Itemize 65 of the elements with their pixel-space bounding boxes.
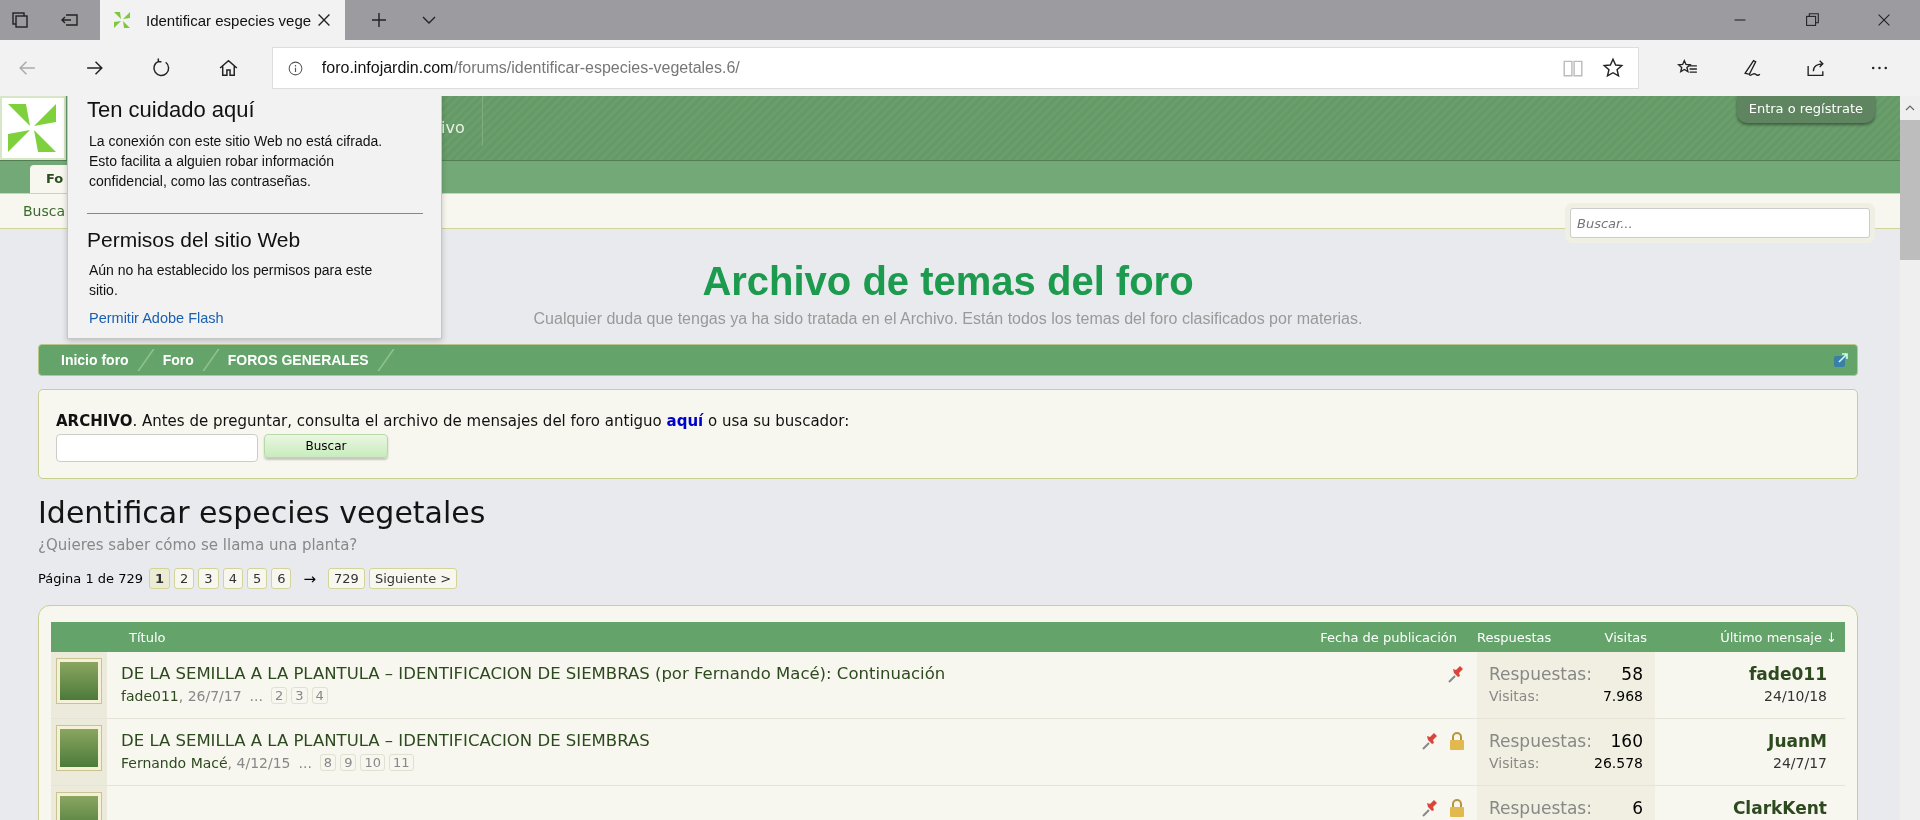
banner-subtitle: Cualquier duda que tengas ya ha sido tratada en el Archivo. Están todos los temas del foro clasificados por materias. <box>533 310 1363 328</box>
ellipsis-text: ... <box>249 687 263 704</box>
star-icon[interactable] <box>1602 57 1625 79</box>
replies-count: 160 <box>1610 731 1643 751</box>
replies-label: Respuestas: <box>1489 664 1592 684</box>
replies-label: Respuestas: <box>1489 798 1592 818</box>
replies-count: 58 <box>1621 664 1643 684</box>
search-field[interactable]: Buscar... <box>1570 208 1870 238</box>
restore-icon[interactable] <box>1803 11 1821 29</box>
new-tab-icon[interactable] <box>369 10 389 30</box>
last-poster-link[interactable]: fade011 <box>1748 664 1827 684</box>
scroll-thumb[interactable] <box>1900 120 1920 260</box>
page-link[interactable]: 3 <box>198 568 219 589</box>
page-link[interactable]: 1 <box>149 568 171 589</box>
search-link[interactable]: Busca <box>23 194 66 228</box>
thread-date: , 4/12/15 <box>227 754 291 771</box>
views-count: 7.968 <box>1602 688 1643 704</box>
page-gap-arrow: → <box>302 569 318 588</box>
archive-search-field[interactable] <box>56 434 258 462</box>
photo-placeholder[interactable] <box>57 726 101 770</box>
home-icon[interactable] <box>217 57 239 79</box>
ellipsis-text: ... <box>298 754 312 771</box>
archive-notice: ARCHIVO. Antes de preguntar, consulta el archivo de mensajes del foro antiguo aquí o usa su buscador: <box>56 412 851 430</box>
archive-link[interactable]: aquí <box>666 412 704 430</box>
views-label: Visitas: <box>1489 755 1540 771</box>
thread-title-link[interactable]: DE LA SEMILLA A LA PLANTULA – IDENTIFICACION DE SIEMBRAS <box>121 731 1421 750</box>
pen-icon[interactable] <box>1741 57 1763 79</box>
forum-title: Identificar especies vegetales <box>38 495 487 530</box>
forum-description: ¿Quieres saber cómo se llama una planta? <box>38 536 359 554</box>
refresh-icon[interactable] <box>150 57 172 79</box>
permissions-text: Aún no ha establecido los permisos para este sitio. <box>89 261 374 300</box>
page-link[interactable]: 729 <box>328 568 365 589</box>
address-field[interactable]: foro.infojardin.com/forums/identificar-especies-vegetales.6/ <box>271 47 1640 89</box>
external-link-icon[interactable] <box>1833 352 1849 368</box>
last-post-date[interactable]: 24/10/18 <box>1764 688 1827 704</box>
photo-placeholder[interactable] <box>57 659 101 703</box>
page-link[interactable]: 5 <box>246 568 268 589</box>
thread-date: , 26/7/17 <box>178 687 242 704</box>
login-button[interactable]: Entra o regístrate <box>1736 96 1875 123</box>
scrollbar[interactable] <box>1900 96 1920 820</box>
browser-tab[interactable]: Identificar especies vege <box>100 0 345 40</box>
last-poster-link[interactable]: ClarkKent <box>1732 798 1827 818</box>
thread-title-link[interactable]: DE LA SEMILLA A LA PLANTULA – IDENTIFICACION DE SIEMBRAS (por Fernando Macé): Continuación <box>121 664 1447 683</box>
popup-title: Ten cuidado aquí <box>87 97 256 123</box>
leaf-logo-icon <box>112 10 132 30</box>
page-link[interactable]: 6 <box>271 568 292 589</box>
thread-author[interactable]: Fernando Macé <box>121 754 228 771</box>
views-label: Visitas: <box>1489 688 1540 704</box>
search-button[interactable]: Buscar <box>264 434 388 458</box>
info-icon[interactable] <box>286 59 304 77</box>
last-post-date[interactable]: 24/7/17 <box>1773 755 1827 771</box>
page-link[interactable]: 2 <box>174 568 195 589</box>
security-warning: La conexión con este sitio Web no está cifrada. Esto facilita a alguien robar información confidencial, como las contraseñas. <box>89 132 384 191</box>
page-link[interactable]: 4 <box>222 568 243 589</box>
last-poster-link[interactable]: JuanM <box>1768 731 1827 751</box>
replies-label: Respuestas: <box>1489 731 1592 751</box>
windows-icon[interactable] <box>10 10 30 30</box>
views-count: 26.578 <box>1594 755 1643 771</box>
banner-title: Archivo de temas del foro <box>702 259 1194 304</box>
next-page-link[interactable]: Siguiente > <box>368 568 458 589</box>
thread-author[interactable]: fade011 <box>121 687 179 704</box>
page-count: Página 1 de 729 <box>38 571 144 586</box>
permissions-title: Permisos del sitio Web <box>87 228 302 252</box>
replies-count: 6 <box>1632 798 1643 818</box>
flash-permission-link[interactable]: Permitir Adobe Flash <box>89 310 403 326</box>
